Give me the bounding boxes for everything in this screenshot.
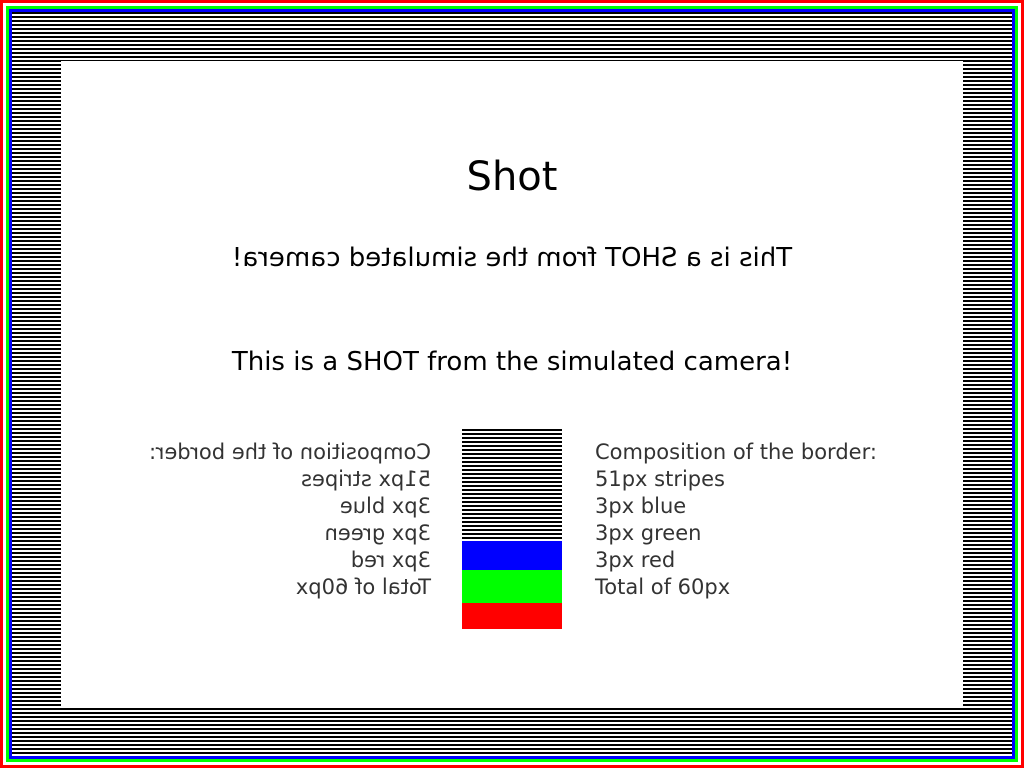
legend-line: 3px green — [595, 521, 702, 545]
legend-line: 3px blue — [595, 494, 687, 518]
legend-line: Total of 60px — [295, 575, 431, 599]
legend-line: 3px blue — [339, 494, 431, 518]
legend-line: 3px green — [324, 521, 431, 545]
border-composition-swatch — [462, 429, 562, 629]
border-legend-mirrored: Composition of the border: 51px stripes … — [116, 439, 431, 601]
swatch-green — [462, 570, 562, 603]
swatch-blue — [462, 541, 562, 570]
swatch-red — [462, 603, 562, 629]
shot-text-mirrored: This is a SHOT from the simulated camera… — [231, 243, 793, 273]
swatch-stripes — [462, 429, 562, 541]
legend-line: 3px red — [350, 548, 431, 572]
legend-line: 51px stripes — [595, 467, 725, 491]
content-panel: Shot This is a SHOT from the simulated c… — [61, 61, 963, 707]
legend-line: Composition of the border: — [149, 440, 431, 464]
border-legend: Composition of the border: 51px stripes … — [595, 439, 925, 601]
legend-line: Composition of the border: — [595, 440, 877, 464]
legend-line: 51px stripes — [301, 467, 431, 491]
page-title: Shot — [466, 154, 558, 200]
legend-line: 3px red — [595, 548, 676, 572]
shot-text: This is a SHOT from the simulated camera… — [231, 347, 793, 377]
legend-line: Total of 60px — [595, 575, 731, 599]
